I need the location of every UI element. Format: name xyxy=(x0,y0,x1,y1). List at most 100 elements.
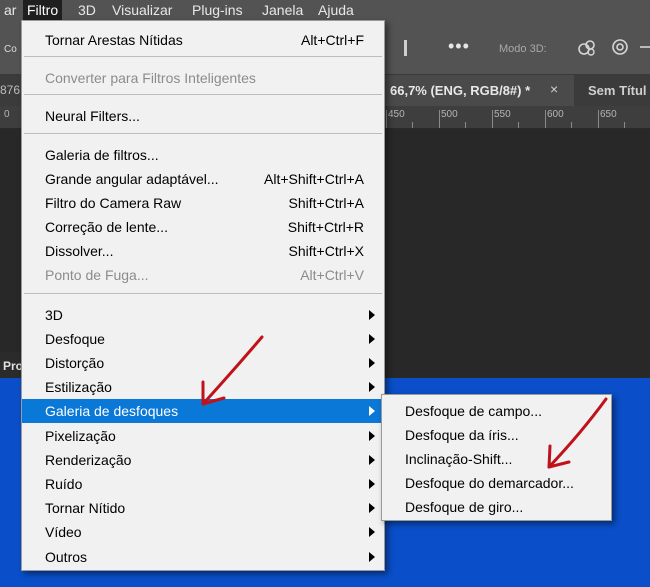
submenu-item-label: Desfoque de giro... xyxy=(405,499,524,515)
menu-item-galeria-filtros[interactable]: Galeria de filtros... xyxy=(22,143,384,167)
menu-item-label: 3D xyxy=(45,307,63,323)
menu-item-plugins[interactable]: Plug-ins xyxy=(188,0,247,20)
ruler-tick xyxy=(571,122,572,128)
submenu-item-desfoque-iris[interactable]: Desfoque da íris... xyxy=(382,423,611,447)
tab-close-icon[interactable]: × xyxy=(550,81,558,97)
menu-item-label: Distorção xyxy=(45,355,105,371)
submenu-item-desfoque-giro[interactable]: Desfoque de giro... xyxy=(382,495,611,519)
menu-item-label: Estilização xyxy=(45,379,112,395)
blur-gallery-submenu: Desfoque de campo... Desfoque da íris...… xyxy=(381,394,612,521)
menu-item-prev[interactable]: ar xyxy=(0,0,20,20)
menu-item-label: Converter para Filtros Inteligentes xyxy=(45,70,256,86)
menu-item-video[interactable]: Vídeo xyxy=(22,520,384,544)
menu-item-label: Ruído xyxy=(45,476,83,492)
submenu-item-label: Desfoque da íris... xyxy=(405,427,519,443)
chevron-right-icon xyxy=(369,406,375,416)
menu-item-3d[interactable]: 3D xyxy=(74,0,100,20)
ruler-tick xyxy=(545,110,546,128)
menu-item-galeria-desfoques[interactable]: Galeria de desfoques xyxy=(22,399,384,423)
chevron-right-icon xyxy=(369,358,375,368)
menu-separator xyxy=(24,133,382,134)
chevron-right-icon xyxy=(369,455,375,465)
ruler-label: 600 xyxy=(547,109,564,120)
menu-separator xyxy=(24,94,382,95)
menu-item-label: Correção de lente... xyxy=(45,219,168,235)
ruler-label: 650 xyxy=(600,109,617,120)
pan-3d-icon[interactable] xyxy=(638,36,650,58)
ruler-tick xyxy=(439,110,440,128)
menu-item-label: Pixelização xyxy=(45,428,116,444)
chevron-right-icon xyxy=(369,552,375,562)
menu-item-label: Galeria de desfoques xyxy=(45,403,179,419)
ruler-tick xyxy=(386,110,387,128)
menu-item-label: Galeria de filtros... xyxy=(45,147,159,163)
menu-item-ajuda[interactable]: Ajuda xyxy=(314,0,358,20)
menu-item-pixelizacao[interactable]: Pixelização xyxy=(22,424,384,448)
ruler-tick xyxy=(465,122,466,128)
panel-left-label: Pro xyxy=(3,359,24,373)
menu-item-dissolver[interactable]: Dissolver... Shift+Ctrl+X xyxy=(22,239,384,263)
menu-item-ruido[interactable]: Ruído xyxy=(22,472,384,496)
tab-other-document[interactable]: Sem Títul xyxy=(578,75,650,106)
ruler-tick xyxy=(518,122,519,128)
menu-item-visualizar[interactable]: Visualizar xyxy=(108,0,176,20)
menu-item-shortcut: Shift+Ctrl+X xyxy=(288,243,364,259)
menu-item-camera-raw[interactable]: Filtro do Camera Raw Shift+Ctrl+A xyxy=(22,191,384,215)
align-bar-icon[interactable] xyxy=(404,40,407,56)
chevron-right-icon xyxy=(369,479,375,489)
menu-item-janela[interactable]: Janela xyxy=(258,0,307,20)
more-icon[interactable]: ••• xyxy=(448,36,470,57)
menu-item-label: Tornar Arestas Nítidas xyxy=(45,32,183,48)
menu-item-shortcut: Shift+Ctrl+A xyxy=(288,195,364,211)
menu-item-label: Neural Filters... xyxy=(45,108,140,124)
menu-item-filtro[interactable]: Filtro xyxy=(23,0,63,20)
menu-item-label: Filtro do Camera Raw xyxy=(45,195,182,211)
chevron-right-icon xyxy=(369,334,375,344)
menu-item-converter-filtros-inteligentes: Converter para Filtros Inteligentes xyxy=(22,66,384,90)
menu-item-neural-filters[interactable]: Neural Filters... xyxy=(22,104,384,128)
menu-item-label: Outros xyxy=(45,549,88,565)
menu-item-label: Desfoque xyxy=(45,331,105,347)
chevron-right-icon xyxy=(369,310,375,320)
menu-item-grande-angular[interactable]: Grande angular adaptável... Alt+Shift+Ct… xyxy=(22,167,384,191)
menu-item-tornar-arestas-nitidas[interactable]: Tornar Arestas Nítidas Alt+Ctrl+F xyxy=(22,28,384,52)
tab-left-number: 876 xyxy=(0,83,21,97)
menu-item-ponto-fuga: Ponto de Fuga... Alt+Ctrl+V xyxy=(22,263,384,287)
chevron-right-icon xyxy=(369,527,375,537)
menu-item-label: Tornar Nítido xyxy=(45,500,126,516)
menu-item-3d[interactable]: 3D xyxy=(22,303,384,327)
submenu-item-label: Desfoque de campo... xyxy=(405,403,542,419)
submenu-item-desfoque-campo[interactable]: Desfoque de campo... xyxy=(382,399,611,423)
menu-item-shortcut: Alt+Ctrl+F xyxy=(300,32,364,48)
tab-other-label: Sem Títul xyxy=(588,83,647,98)
menu-item-outros[interactable]: Outros xyxy=(22,545,384,569)
menu-item-estilizacao[interactable]: Estilização xyxy=(22,375,384,399)
submenu-item-desfoque-demarcador[interactable]: Desfoque do demarcador... xyxy=(382,471,611,495)
menu-item-shortcut: Shift+Ctrl+R xyxy=(287,219,364,235)
filter-menu: Tornar Arestas Nítidas Alt+Ctrl+F Conver… xyxy=(21,20,385,571)
menu-item-correcao-lente[interactable]: Correção de lente... Shift+Ctrl+R xyxy=(22,215,384,239)
menu-item-desfoque[interactable]: Desfoque xyxy=(22,327,384,351)
menu-item-shortcut: Alt+Shift+Ctrl+A xyxy=(264,171,364,187)
tab-active-document[interactable]: 66,7% (ENG, RGB/8#) * × xyxy=(384,75,574,106)
menu-separator xyxy=(24,293,382,294)
ruler-label: 500 xyxy=(441,109,458,120)
menu-item-tornar-nitido[interactable]: Tornar Nítido xyxy=(22,496,384,520)
menu-item-renderizacao[interactable]: Renderização xyxy=(22,448,384,472)
menu-item-label: Renderização xyxy=(45,452,132,468)
tab-active-label: 66,7% (ENG, RGB/8#) * xyxy=(390,83,531,98)
submenu-item-label: Inclinação-Shift... xyxy=(405,451,513,467)
menu-bar: ar Filtro 3D Visualizar Plug-ins Janela … xyxy=(0,0,650,20)
menu-item-distorcao[interactable]: Distorção xyxy=(22,351,384,375)
submenu-item-inclinacao-shift[interactable]: Inclinação-Shift... xyxy=(382,447,611,471)
orbit-3d-icon[interactable] xyxy=(576,36,598,58)
ruler-label: 450 xyxy=(388,109,405,120)
submenu-item-label: Desfoque do demarcador... xyxy=(405,475,574,491)
chevron-right-icon xyxy=(369,382,375,392)
menu-item-label: Grande angular adaptável... xyxy=(45,171,219,187)
options-left-label: Co xyxy=(4,44,17,55)
ruler-tick xyxy=(598,110,599,128)
ruler-tick xyxy=(624,122,625,128)
ruler-label: 550 xyxy=(494,109,511,120)
rotate-3d-icon[interactable] xyxy=(609,36,631,58)
